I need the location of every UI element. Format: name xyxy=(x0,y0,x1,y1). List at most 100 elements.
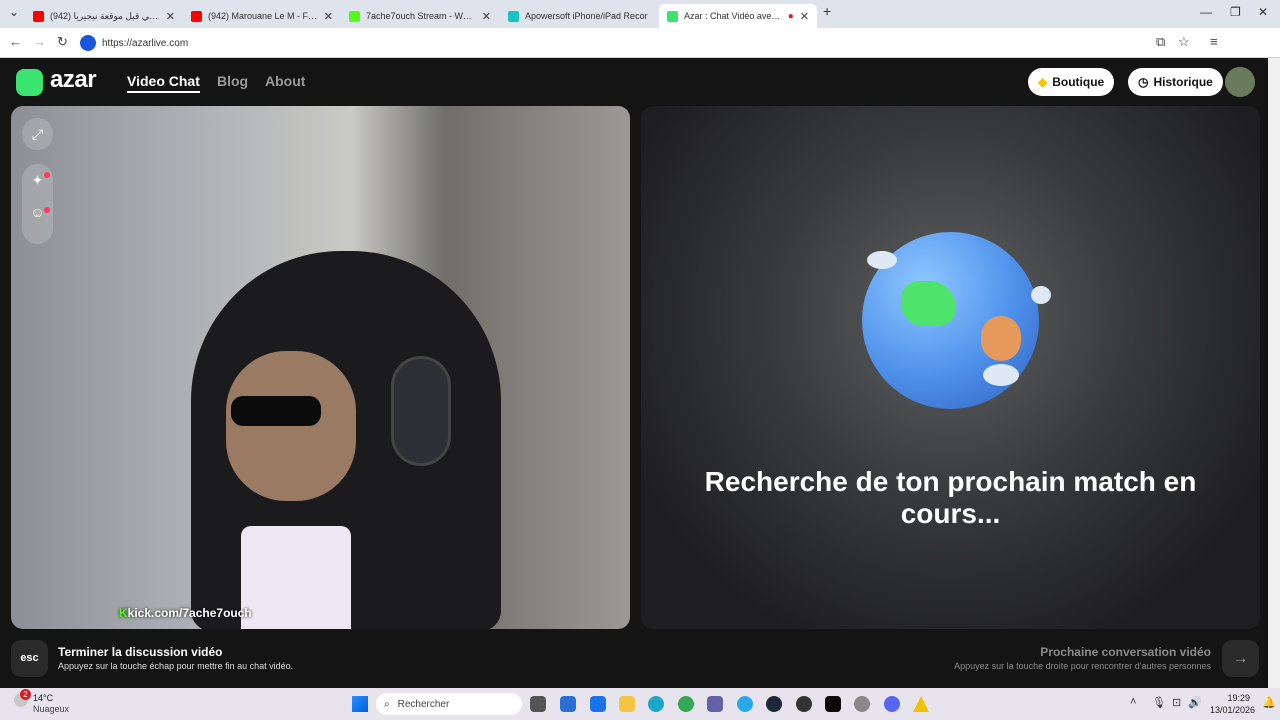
cloud-icon xyxy=(1031,286,1051,304)
sparkle-effects-icon[interactable]: ✦ xyxy=(32,164,44,196)
tab-title: Apowersoft iPhone/iPad Recor xyxy=(525,11,648,21)
azar-logo-text[interactable]: azar xyxy=(50,66,97,94)
minimize-icon[interactable]: — xyxy=(1200,5,1212,19)
clock-icon: ◷ xyxy=(1138,75,1149,89)
install-app-icon[interactable]: ⧉ xyxy=(1156,34,1165,50)
network-icon[interactable]: ⊡ xyxy=(1172,696,1181,709)
end-chat-title: Terminer la discussion vidéo xyxy=(58,645,223,659)
chrome-icon[interactable] xyxy=(678,696,694,712)
recording-icon: ● xyxy=(787,10,794,22)
historique-label: Historique xyxy=(1153,75,1213,89)
tab-title: Azar : Chat Vidéo avec de n xyxy=(684,11,784,21)
kick-app-icon[interactable] xyxy=(825,696,841,712)
cloud-icon xyxy=(867,251,897,269)
task-view-icon[interactable] xyxy=(530,696,546,712)
tab-5-active[interactable]: Azar : Chat Vidéo avec de n ● ✕ xyxy=(659,4,817,28)
nav-about[interactable]: About xyxy=(265,73,305,89)
face-mask-icon[interactable]: ☺ xyxy=(30,196,44,228)
telegram-icon[interactable] xyxy=(737,696,753,712)
weather-condition[interactable]: Nuageux xyxy=(33,704,69,714)
clock-date: 13/01/2026 xyxy=(1210,705,1256,715)
sunglasses xyxy=(231,396,321,426)
new-tab-button[interactable]: + xyxy=(823,3,831,19)
warning-icon[interactable] xyxy=(913,696,929,712)
next-arrow-button[interactable]: → xyxy=(1222,640,1259,677)
my-video-panel: Kkick.com/7ache7ouch ⤢ ✦ ☺ xyxy=(11,106,630,629)
url-text[interactable]: https://azarlive.com xyxy=(102,38,188,49)
clock-time: 19:29 xyxy=(1227,693,1250,703)
apowersoft-icon xyxy=(508,10,519,22)
temperature[interactable]: 14°C xyxy=(33,693,53,703)
youtube-icon xyxy=(191,10,202,22)
site-info-icon[interactable] xyxy=(80,35,96,51)
microphone-icon[interactable]: 🎙 xyxy=(1152,696,1166,709)
page-scrollbar[interactable] xyxy=(1268,58,1280,688)
bookmark-star-icon[interactable]: ☆ xyxy=(1178,34,1190,50)
discord-icon[interactable] xyxy=(884,696,900,712)
match-video-panel: Recherche de ton prochain match en cours… xyxy=(641,106,1260,629)
expand-button[interactable]: ⤢ xyxy=(22,118,53,150)
boutique-label: Boutique xyxy=(1052,75,1105,89)
steam-icon[interactable] xyxy=(766,696,782,712)
profile-avatar[interactable] xyxy=(1225,67,1255,97)
white-cup xyxy=(241,526,351,629)
volume-icon[interactable]: 🔊 xyxy=(1188,696,1202,709)
tab-1[interactable]: (942) الركراكي قبل موقعة نيجيريا ✕ xyxy=(25,4,183,28)
back-icon[interactable]: ← xyxy=(9,34,22,49)
kick-icon xyxy=(349,10,360,22)
azar-logo-icon[interactable] xyxy=(16,69,43,96)
tab-4[interactable]: Apowersoft iPhone/iPad Recor xyxy=(500,4,658,28)
windows-taskbar: 2 14°C Nuageux ⌕ Rechercher ˄ 🎙 ⊡ 🔊 19:2… xyxy=(0,688,1280,720)
azar-icon xyxy=(667,10,678,22)
notifications-bell-icon[interactable]: 🔔 xyxy=(1262,696,1276,709)
close-tab-icon[interactable]: ✕ xyxy=(800,10,809,23)
kick-logo-icon: K xyxy=(119,606,128,620)
nav-video-chat[interactable]: Video Chat xyxy=(127,73,200,93)
esc-key-button[interactable]: esc xyxy=(11,640,48,677)
nav-blog[interactable]: Blog xyxy=(217,73,248,89)
url-field[interactable]: https://azarlive.com xyxy=(80,32,1200,54)
windows-start-icon[interactable] xyxy=(352,696,368,712)
close-window-icon[interactable]: ✕ xyxy=(1258,5,1268,19)
boutique-button[interactable]: ◆ Boutique xyxy=(1028,68,1115,96)
historique-button[interactable]: ◷ Historique xyxy=(1128,68,1223,96)
tab-2[interactable]: (942) Marouane Le M - Fantôme ✕ xyxy=(183,4,341,28)
obs-icon[interactable] xyxy=(796,696,812,712)
globe-land xyxy=(981,316,1021,361)
search-icon: ⌕ xyxy=(384,698,390,710)
restore-icon[interactable]: ❐ xyxy=(1230,5,1241,19)
searching-status: Recherche de ton prochain match en cours… xyxy=(704,466,1197,529)
weather-badge: 2 xyxy=(20,689,31,700)
cloud-icon xyxy=(983,364,1019,386)
webcam-face xyxy=(226,351,356,501)
next-chat-title: Prochaine conversation vidéo xyxy=(1040,645,1211,659)
reload-icon[interactable]: ↻ xyxy=(57,34,68,50)
stream-watermark: Kkick.com/7ache7ouch xyxy=(119,606,252,620)
tray-chevron-up-icon[interactable]: ˄ xyxy=(1130,696,1136,708)
file-explorer-icon[interactable] xyxy=(619,696,635,712)
system-clock[interactable]: 19:29 13/01/2026 xyxy=(1210,692,1256,716)
tab-title: 7ache7ouch Stream - Watch Li xyxy=(366,11,476,21)
youtube-icon xyxy=(33,10,44,22)
headphones xyxy=(391,356,451,466)
close-tab-icon[interactable]: ✕ xyxy=(166,10,175,23)
next-chat-hint: Appuyez sur la touche droite pour rencon… xyxy=(954,661,1211,671)
end-chat-hint: Appuyez sur la touche échap pour mettre … xyxy=(58,661,294,671)
teams-icon[interactable] xyxy=(707,696,723,712)
search-placeholder: Rechercher xyxy=(397,698,450,710)
close-tab-icon[interactable]: ✕ xyxy=(482,10,491,23)
address-bar: ← → ↻ https://azarlive.com ⧉ ☆ ≡ xyxy=(0,28,1280,58)
settings-gear-icon[interactable] xyxy=(854,696,870,712)
diamond-icon: ◆ xyxy=(1038,75,1048,89)
extensions-icon[interactable]: ≡ xyxy=(1210,34,1218,49)
close-tab-icon[interactable]: ✕ xyxy=(324,10,333,23)
tab-3[interactable]: 7ache7ouch Stream - Watch Li ✕ xyxy=(341,4,499,28)
globe-land xyxy=(901,281,956,326)
forward-icon[interactable]: → xyxy=(33,34,46,49)
edge-icon[interactable] xyxy=(648,696,664,712)
taskbar-search[interactable]: ⌕ Rechercher xyxy=(376,693,522,715)
store-icon[interactable] xyxy=(560,696,576,712)
outlook-icon[interactable] xyxy=(590,696,606,712)
tab-title: (942) الركراكي قبل موقعة نيجيريا xyxy=(50,10,160,21)
tab-search-chevron-icon[interactable]: ⌄ xyxy=(9,5,19,19)
